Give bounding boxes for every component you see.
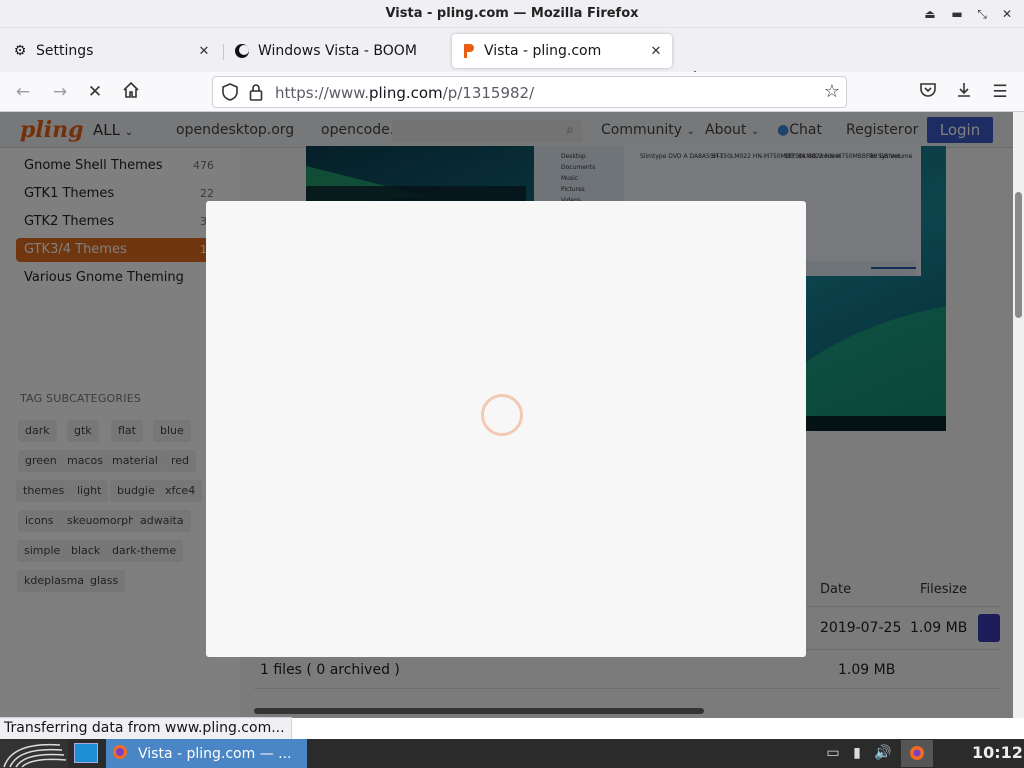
- vertical-scrollbar-thumb[interactable]: [1015, 192, 1022, 318]
- firefox-icon: [112, 744, 128, 764]
- tab-title: Windows Vista - BOOM: [258, 43, 417, 59]
- home-button[interactable]: [120, 81, 142, 103]
- taskbar-task-label: Vista - pling.com — ...: [138, 745, 292, 762]
- stop-button[interactable]: ✕: [84, 81, 106, 103]
- tab-windows-vista-boom[interactable]: Windows Vista - BOOM: [226, 34, 448, 68]
- tab-vista-pling[interactable]: Vista - pling.com ✕: [452, 34, 672, 68]
- moon-icon: [234, 43, 250, 59]
- pocket-icon[interactable]: [917, 81, 939, 103]
- minimize-button[interactable]: ▬: [949, 6, 965, 22]
- menu-hamburger-icon[interactable]: ☰: [989, 81, 1011, 103]
- close-tab-icon[interactable]: ✕: [196, 44, 212, 59]
- tab-separator: [223, 44, 224, 60]
- bookmark-star-icon[interactable]: ☆: [824, 81, 840, 102]
- pling-favicon-icon: [460, 43, 476, 59]
- tab-title: Vista - pling.com: [484, 43, 602, 59]
- url-bar[interactable]: https://www.pling.com/p/1315982/ ☆: [212, 76, 847, 108]
- navigation-bar: ← → ✕ https://www.pling.com/p/1315982/ ☆…: [0, 72, 1024, 112]
- page-viewport: pling ALL ⌄ opendesktop.org opencode.r ⌕…: [0, 112, 1024, 718]
- restore-button[interactable]: ⤡: [974, 6, 990, 22]
- clock[interactable]: 10:12: [972, 743, 1023, 762]
- back-button[interactable]: ←: [12, 81, 34, 103]
- shade-icon[interactable]: ⏏: [922, 6, 938, 22]
- lock-icon[interactable]: [249, 83, 263, 105]
- tab-settings[interactable]: ⚙ Settings ✕: [4, 34, 220, 68]
- vertical-scrollbar[interactable]: [1013, 112, 1024, 718]
- window-title: Vista - pling.com — Mozilla Firefox: [385, 6, 639, 21]
- downloads-icon[interactable]: [953, 81, 975, 103]
- close-tab-icon[interactable]: ✕: [648, 44, 664, 59]
- close-window-button[interactable]: ✕: [999, 6, 1015, 22]
- window-titlebar: Vista - pling.com — Mozilla Firefox ⏏ ▬ …: [0, 0, 1024, 28]
- display-icon[interactable]: ▭: [824, 744, 842, 762]
- status-text: Transferring data from www.pling.com...: [0, 717, 292, 739]
- shield-icon[interactable]: [222, 83, 238, 105]
- start-logo-icon: [3, 743, 67, 768]
- gear-icon: ⚙: [13, 43, 27, 59]
- tab-title: Settings: [36, 43, 94, 59]
- volume-icon[interactable]: 🔊: [874, 744, 892, 762]
- show-desktop-icon[interactable]: [74, 743, 98, 763]
- loading-spinner-icon: [481, 394, 523, 436]
- taskbar-task-firefox[interactable]: Vista - pling.com — ...: [106, 739, 307, 768]
- start-menu-button[interactable]: [0, 739, 68, 768]
- taskbar: Vista - pling.com — ... ▭ ▮ 🔊 10:12: [0, 739, 1024, 768]
- tab-strip: ⚙ Settings ✕ Windows Vista - BOOM Vista …: [0, 28, 1024, 88]
- forward-button[interactable]: →: [49, 81, 71, 103]
- home-icon: [123, 81, 139, 98]
- clipboard-icon[interactable]: ▮: [848, 744, 866, 762]
- url-text[interactable]: https://www.pling.com/p/1315982/: [275, 84, 534, 102]
- tray-firefox-icon[interactable]: [901, 740, 933, 767]
- loading-modal: [206, 201, 806, 657]
